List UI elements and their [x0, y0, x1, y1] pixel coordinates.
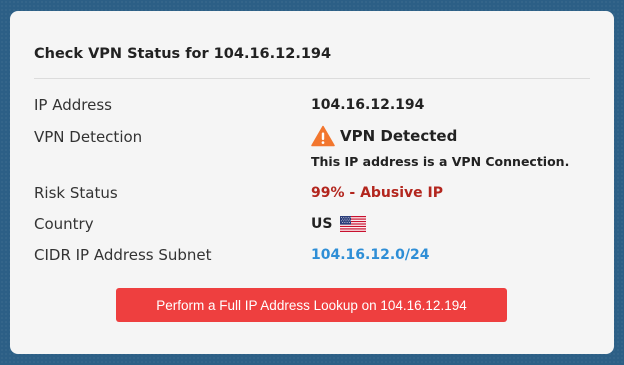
vpn-detection-description: This IP address is a VPN Connection. [311, 154, 570, 169]
country-value: US [311, 216, 333, 232]
vpn-detection-value: VPN Detected [340, 127, 458, 145]
warning-icon [311, 125, 335, 147]
title-divider [34, 78, 590, 79]
ip-address-value: 104.16.12.194 [311, 97, 425, 113]
us-flag-icon [340, 216, 367, 232]
risk-status-label: Risk Status [34, 184, 118, 202]
country-label: Country [34, 215, 94, 233]
vpn-detection-label: VPN Detection [34, 128, 143, 146]
cidr-link[interactable]: 104.16.12.0/24 [311, 247, 429, 263]
cidr-label: CIDR IP Address Subnet [34, 246, 212, 264]
vpn-status-card: Check VPN Status for 104.16.12.194 IP Ad… [10, 11, 614, 354]
vpn-detection-status: VPN Detected [311, 125, 457, 147]
ip-address-label: IP Address [34, 96, 112, 114]
risk-status-value: 99% - Abusive IP [311, 185, 443, 201]
card-title: Check VPN Status for 104.16.12.194 [34, 46, 332, 62]
full-lookup-button[interactable]: Perform a Full IP Address Lookup on 104.… [116, 288, 507, 322]
country-value-group: US [311, 216, 367, 232]
